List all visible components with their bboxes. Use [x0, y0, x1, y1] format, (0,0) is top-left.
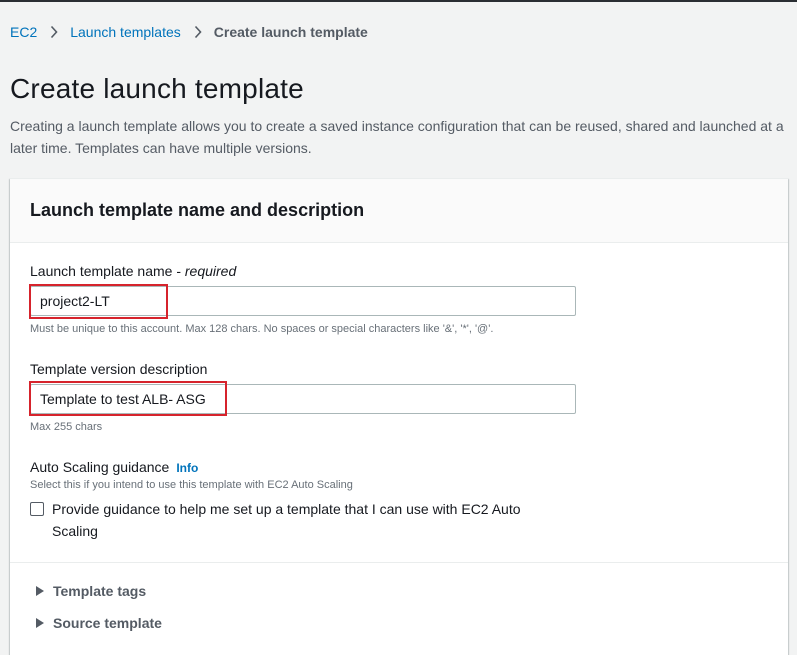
breadcrumb-current: Create launch template — [213, 24, 368, 40]
page-title: Create launch template — [10, 73, 304, 104]
template-name-panel: Launch template name and description Lau… — [10, 178, 788, 655]
source-template-label: Source template — [53, 615, 162, 631]
version-description-label: Template version description — [30, 361, 208, 377]
asg-guidance-label: Auto Scaling guidance Info — [30, 459, 198, 475]
top-border — [0, 0, 797, 2]
asg-guidance-checkbox[interactable] — [30, 502, 44, 516]
panel-title: Launch template name and description — [30, 200, 365, 220]
page-description: Creating a launch template allows you to… — [10, 118, 784, 156]
template-tags-label: Template tags — [53, 583, 147, 599]
template-tags-expander[interactable]: Template tags — [36, 583, 146, 599]
panel-header: Launch template name and description — [10, 179, 788, 243]
breadcrumb: EC2 Launch templates Create launch templ… — [10, 24, 368, 40]
version-description-hint: Max 255 chars — [30, 421, 103, 433]
breadcrumb-launch-templates[interactable]: Launch templates — [70, 24, 181, 40]
caret-right-icon — [36, 586, 44, 596]
required-marker: required — [184, 263, 237, 279]
breadcrumb-ec2[interactable]: EC2 — [10, 24, 37, 40]
asg-guidance-hint: Select this if you intend to use this te… — [30, 479, 353, 491]
asg-guidance-checkbox-label[interactable]: Provide guidance to help me set up a tem… — [52, 498, 552, 542]
template-name-hint: Must be unique to this account. Max 128 … — [30, 323, 494, 335]
version-description-input[interactable]: Template to test ALB- ASG — [30, 384, 576, 414]
template-name-label-text: Launch template name - — [30, 263, 185, 279]
template-name-label: Launch template name - required — [30, 263, 236, 279]
info-link[interactable]: Info — [176, 461, 198, 475]
divider — [10, 562, 788, 563]
chevron-right-icon — [51, 25, 58, 39]
template-name-input[interactable]: project2-LT — [30, 286, 576, 316]
caret-right-icon — [36, 618, 44, 628]
asg-guidance-label-text: Auto Scaling guidance — [30, 459, 170, 475]
source-template-expander[interactable]: Source template — [36, 615, 162, 631]
chevron-right-icon — [194, 25, 202, 39]
